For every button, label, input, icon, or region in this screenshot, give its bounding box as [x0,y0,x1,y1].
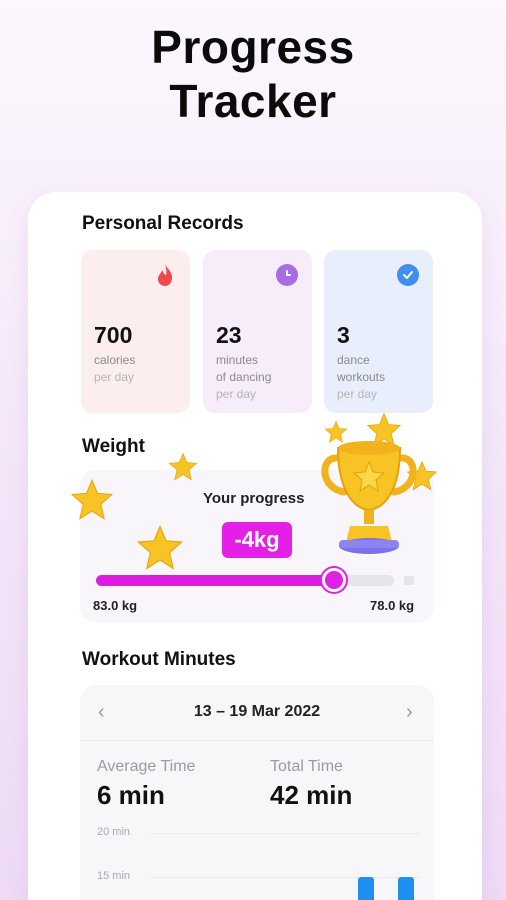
y-tick-label: 20 min [97,826,131,838]
week-range: 13 – 19 Mar 2022 [193,703,321,720]
goal-marker [404,576,414,585]
trophy-icon [321,441,417,554]
record-value: 23 [216,322,242,348]
weight-change-badge: -4kg [222,522,292,558]
hero-title-line1: Progress [151,21,355,73]
average-time-value: 6 min [97,780,165,810]
gridline [150,833,420,834]
weight-title: Weight [82,436,145,457]
total-time-value: 42 min [270,780,353,810]
record-label: dance [337,353,370,367]
start-weight: 83.0 kg [93,598,138,613]
star-icon [70,478,114,520]
goal-weight: 78.0 kg [370,598,415,613]
hero-title-line2: Tracker [169,75,337,127]
star-icon [136,524,184,570]
record-label: calories [94,353,136,367]
gridline [150,877,420,878]
record-sublabel: per day [94,370,135,384]
chart-bar [358,877,374,900]
total-time-label: Total Time [270,758,343,775]
record-label-2: of dancing [216,370,272,384]
record-label: minutes [216,353,259,367]
record-tile-calories[interactable]: 700 calories per day [81,250,190,413]
record-sublabel: per day [337,387,378,401]
weight-progress-bar [96,568,394,592]
clock-icon [276,264,298,286]
hero-title: Progress Tracker [0,20,506,128]
record-value: 700 [94,322,133,348]
week-navigator: ‹ 13 – 19 Mar 2022 › [80,700,434,726]
chart-bar [398,877,414,900]
weight-progress-handle[interactable] [322,568,347,592]
check-icon [397,264,419,286]
divider [80,740,434,741]
y-tick-label: 15 min [97,870,131,882]
chevron-right-icon[interactable]: › [406,700,413,724]
record-tile-minutes[interactable]: 23 minutes of dancing per day [203,250,312,413]
personal-records-title: Personal Records [82,213,244,234]
workout-minutes-title: Workout Minutes [82,649,236,670]
record-tile-workouts[interactable]: 3 dance workouts per day [324,250,433,413]
record-label-2: workouts [337,370,386,384]
record-sublabel: per day [216,387,257,401]
flame-icon [154,264,176,286]
record-value: 3 [337,322,350,348]
weight-progress-fill [96,575,335,586]
star-icon [168,452,198,481]
average-time-label: Average Time [97,758,196,775]
